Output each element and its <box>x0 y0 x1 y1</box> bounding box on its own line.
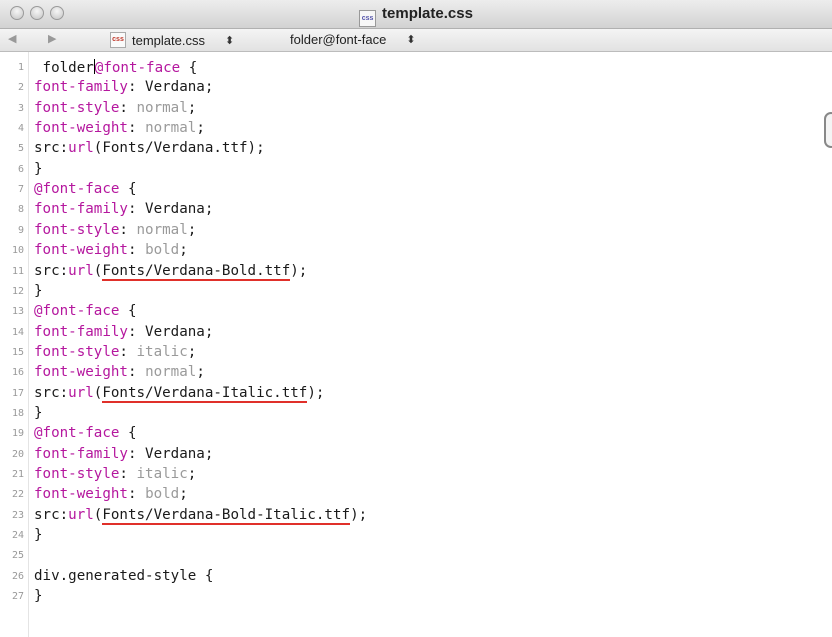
spelling-error-underline: Fonts/Verdana-Italic.ttf <box>102 384 308 403</box>
code-line[interactable]: } <box>34 527 43 543</box>
css-file-icon: css <box>110 32 126 48</box>
code-editor[interactable]: 1 2 3 4 5 6 7 8 9 10 11 12 13 14 15 16 17 18 19 20 21 22 23 24 2… <box>0 52 832 637</box>
code-line[interactable]: folder@font-face { <box>34 59 197 76</box>
line-number: 5 <box>17 143 24 155</box>
line-number: 24 <box>11 530 24 542</box>
line-number: 10 <box>11 245 24 257</box>
line-number: 17 <box>11 387 24 399</box>
code-line[interactable]: font-weight: normal; <box>34 364 205 380</box>
navigation-bar: ◀ ▶ css template.css ⬍ folder@font-face … <box>0 29 832 52</box>
line-number: 1 <box>17 62 24 73</box>
line-number: 15 <box>11 346 24 358</box>
line-number: 12 <box>11 285 24 297</box>
symbol-popup-label: folder@font-face <box>290 32 387 47</box>
line-number: 25 <box>11 550 24 562</box>
file-popup[interactable]: css template.css ⬍ <box>110 32 234 48</box>
code-line[interactable]: } <box>34 161 43 177</box>
line-number: 7 <box>17 184 24 196</box>
code-line[interactable]: font-style: normal; <box>34 100 196 116</box>
back-arrow-icon[interactable]: ◀ <box>8 32 16 45</box>
line-number: 13 <box>11 306 24 318</box>
line-number: 4 <box>17 123 24 135</box>
code-line[interactable]: } <box>34 405 43 421</box>
line-number: 14 <box>11 326 24 338</box>
spelling-error-underline: Fonts/Verdana-Bold.ttf <box>102 262 291 281</box>
window-title-text: template.css <box>382 5 473 22</box>
line-number: 27 <box>11 591 24 603</box>
line-number: 18 <box>11 407 24 419</box>
code-line[interactable]: @font-face { <box>34 425 137 441</box>
line-number: 23 <box>11 509 24 521</box>
line-number: 16 <box>11 367 24 379</box>
code-line[interactable]: src:url(Fonts/Verdana-Bold.ttf); <box>34 262 307 281</box>
css-file-icon: css <box>359 10 377 27</box>
scroll-indicator[interactable] <box>824 112 832 148</box>
spelling-error-underline: Fonts/Verdana-Bold-Italic.ttf <box>102 506 351 525</box>
code-line[interactable]: font-weight: bold; <box>34 486 188 502</box>
code-line[interactable]: @font-face { <box>34 303 137 319</box>
code-line[interactable]: src:url(Fonts/Verdana-Italic.ttf); <box>34 384 324 403</box>
code-line[interactable]: font-family: Verdana; <box>34 446 213 462</box>
line-number: 8 <box>17 204 24 216</box>
code-line[interactable]: div.generated-style { <box>34 568 213 584</box>
popup-arrows-icon: ⬍ <box>406 34 416 46</box>
code-line[interactable]: } <box>34 283 43 299</box>
code-line[interactable]: font-family: Verdana; <box>34 324 213 340</box>
symbol-popup[interactable]: folder@font-face ⬍ <box>290 32 416 47</box>
line-number: 26 <box>11 570 24 582</box>
code-line[interactable]: } <box>34 588 43 604</box>
popup-arrows-icon: ⬍ <box>224 34 235 47</box>
file-popup-label: template.css <box>132 32 205 48</box>
line-number: 11 <box>11 265 24 277</box>
line-number: 21 <box>11 469 24 480</box>
code-line[interactable]: font-style: normal; <box>34 222 196 238</box>
line-number: 6 <box>17 163 24 175</box>
code-line[interactable]: font-style: italic; <box>34 466 196 482</box>
line-number: 3 <box>17 102 24 114</box>
line-number: 9 <box>17 224 24 236</box>
window-title: css template.css <box>0 5 832 27</box>
code-line[interactable]: src:url(Fonts/Verdana-Bold-Italic.ttf); <box>34 506 367 525</box>
code-line[interactable]: font-family: Verdana; <box>34 201 213 217</box>
editor-window: css template.css ◀ ▶ css template.css ⬍ f… <box>0 0 832 637</box>
code-line[interactable]: font-weight: bold; <box>34 242 188 258</box>
line-number: 20 <box>11 448 24 460</box>
code-line[interactable]: src:url(Fonts/Verdana.ttf); <box>34 140 265 156</box>
gutter-divider <box>28 52 29 637</box>
code-line[interactable]: font-family: Verdana; <box>34 79 213 95</box>
code-line[interactable]: font-weight: normal; <box>34 120 205 136</box>
forward-arrow-icon[interactable]: ▶ <box>48 32 56 45</box>
code-line[interactable]: font-style: italic; <box>34 344 196 360</box>
line-number: 19 <box>11 428 24 440</box>
line-number: 22 <box>11 489 24 501</box>
line-number: 2 <box>17 82 24 94</box>
title-bar: css template.css <box>0 0 832 29</box>
code-line[interactable]: @font-face { <box>34 181 137 197</box>
